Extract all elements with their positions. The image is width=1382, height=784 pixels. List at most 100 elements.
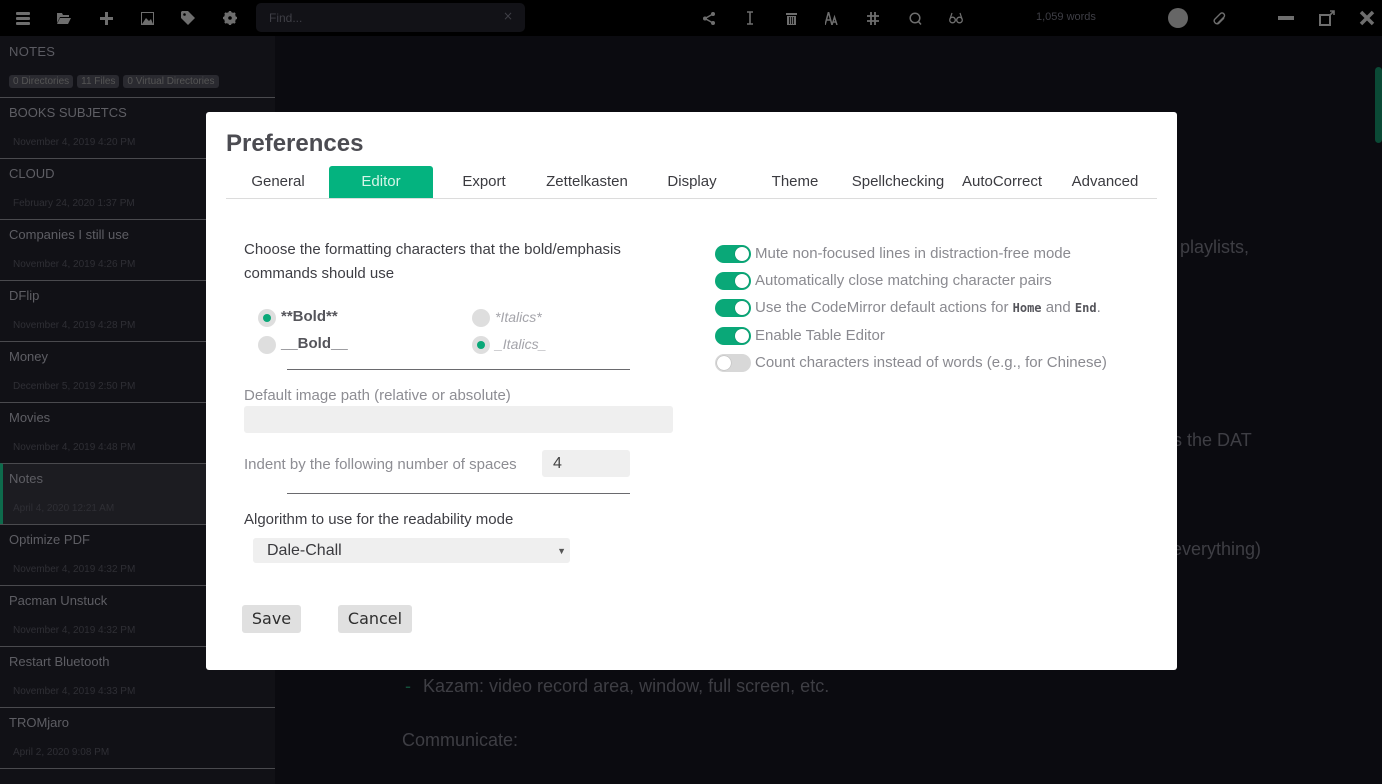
divider (287, 493, 630, 494)
save-button[interactable]: Save (242, 605, 301, 633)
bold-asterisk-label: **Bold** (281, 308, 338, 325)
sidebar-title: NOTES (9, 44, 56, 59)
cancel-button[interactable]: Cancel (338, 605, 412, 633)
file-name: BOOKS SUBJETCS (9, 105, 127, 120)
directories-badge: 0 Directories (9, 75, 74, 88)
file-name: CLOUD (9, 166, 55, 181)
bold-asterisk-radio[interactable] (258, 309, 276, 327)
file-date: April 4, 2020 12:21 AM (13, 503, 115, 514)
image-path-label: Default image path (relative or absolute… (244, 387, 511, 404)
mute-lines-label: Mute non-focused lines in distraction-fr… (755, 245, 1071, 262)
codemirror-home-end-label: Use the CodeMirror default actions for H… (755, 299, 1101, 316)
minimize-icon[interactable] (1275, 8, 1297, 28)
end-key-code: End (1074, 301, 1097, 315)
menu-icon[interactable] (12, 8, 34, 28)
tab-autocorrect[interactable]: AutoCorrect (950, 166, 1054, 198)
file-item[interactable]: TROMjaro April 2, 2020 9:08 PM (0, 707, 275, 768)
toggle-knob (735, 301, 749, 315)
autoclose-pairs-toggle[interactable] (715, 272, 751, 290)
italic-asterisk-label: *Italics* (495, 309, 542, 325)
tab-advanced[interactable]: Advanced (1053, 166, 1157, 198)
search-input[interactable] (256, 3, 486, 32)
share-icon[interactable] (698, 8, 720, 28)
maximize-icon[interactable] (1316, 8, 1338, 28)
readability-algorithm-select[interactable]: Dale-Chall ▼ (253, 538, 570, 563)
bold-underscore-label: __Bold__ (281, 335, 348, 352)
folder-open-icon[interactable] (53, 8, 75, 28)
file-name: TROMjaro (9, 715, 69, 730)
attachment-icon[interactable] (1208, 8, 1230, 28)
file-name: Movies (9, 410, 51, 425)
editor-list-item: - Kazam: video record area, window, full … (405, 676, 829, 697)
image-path-input[interactable] (244, 406, 673, 433)
font-size-icon[interactable] (821, 8, 843, 28)
text-cursor-icon[interactable] (739, 8, 761, 28)
italic-asterisk-radio[interactable] (472, 309, 490, 327)
table-editor-label: Enable Table Editor (755, 327, 885, 344)
tab-editor[interactable]: Editor (329, 166, 433, 198)
gear-icon[interactable] (219, 8, 241, 28)
clear-search-icon[interactable]: × (503, 9, 513, 23)
search-box: × (256, 3, 525, 32)
file-name: Pacman Unstuck (9, 593, 108, 608)
tag-icon[interactable] (177, 8, 199, 28)
formatting-label: Choose the formatting characters that th… (244, 241, 621, 282)
italic-underscore-radio[interactable] (472, 336, 490, 354)
trash-icon[interactable] (780, 8, 802, 28)
editor-scrollbar[interactable] (1375, 67, 1382, 143)
select-value: Dale-Chall (267, 542, 342, 559)
file-name: Restart Bluetooth (9, 654, 110, 669)
editor-text: playlists, (1180, 237, 1250, 257)
home-key-code: Home (1012, 301, 1042, 315)
toggle-knob (735, 329, 749, 343)
list-bullet: - (405, 676, 411, 696)
image-icon[interactable] (136, 8, 158, 28)
file-name: Companies I still use (9, 227, 129, 242)
search-icon[interactable] (904, 8, 926, 28)
readability-label: Algorithm to use for the readability mod… (244, 511, 514, 528)
tab-theme[interactable]: Theme (743, 166, 847, 198)
count-characters-label: Count characters instead of words (e.g.,… (755, 354, 1107, 371)
mute-lines-toggle[interactable] (715, 245, 751, 263)
indent-spaces-input[interactable] (542, 450, 630, 477)
file-date: November 4, 2019 4:20 PM (13, 137, 136, 148)
count-characters-toggle[interactable] (715, 354, 751, 372)
list-divider (0, 768, 275, 769)
divider (287, 369, 630, 370)
dialog-title: Preferences (226, 130, 364, 157)
preferences-tabs: General Editor Export Zettelkasten Displ… (226, 166, 1157, 199)
toggle-knob (735, 274, 749, 288)
tab-zettelkasten[interactable]: Zettelkasten (535, 166, 639, 198)
file-date: November 4, 2019 4:26 PM (13, 259, 136, 270)
plus-icon[interactable] (95, 8, 117, 28)
tab-display[interactable]: Display (640, 166, 744, 198)
file-name: Notes (9, 471, 43, 486)
file-name: DFlip (9, 288, 40, 303)
close-icon[interactable] (1356, 8, 1378, 28)
codemirror-home-end-toggle[interactable] (715, 299, 751, 317)
editor-text: s the DAT (1173, 430, 1252, 450)
toggle-knob (717, 356, 731, 370)
virtual-directories-badge: 0 Virtual Directories (123, 75, 219, 88)
tab-general[interactable]: General (226, 166, 330, 198)
file-date: November 4, 2019 4:33 PM (13, 686, 136, 697)
files-badge: 11 Files (77, 75, 120, 88)
preferences-dialog: Preferences General Editor Export Zettel… (206, 112, 1177, 670)
hashtag-icon[interactable] (862, 8, 884, 28)
label-text: . (1096, 299, 1101, 316)
glasses-icon[interactable] (945, 8, 967, 28)
bold-underscore-radio[interactable] (258, 336, 276, 354)
label-text: and (1041, 299, 1075, 316)
file-date: November 4, 2019 4:32 PM (13, 564, 136, 575)
pomodoro-indicator-icon[interactable] (1168, 8, 1188, 28)
toolbar: × 1,059 words (0, 0, 1382, 36)
tab-export[interactable]: Export (432, 166, 536, 198)
indent-label: Indent by the following number of spaces (244, 456, 517, 473)
table-editor-toggle[interactable] (715, 327, 751, 345)
word-count: 1,059 words (1036, 11, 1096, 23)
tab-spellchecking[interactable]: Spellchecking (846, 166, 950, 198)
file-date: December 5, 2019 2:50 PM (13, 381, 136, 392)
toggle-knob (735, 247, 749, 261)
editor-text: Kazam: video record area, window, full s… (423, 676, 830, 696)
autoclose-pairs-label: Automatically close matching character p… (755, 272, 1052, 289)
